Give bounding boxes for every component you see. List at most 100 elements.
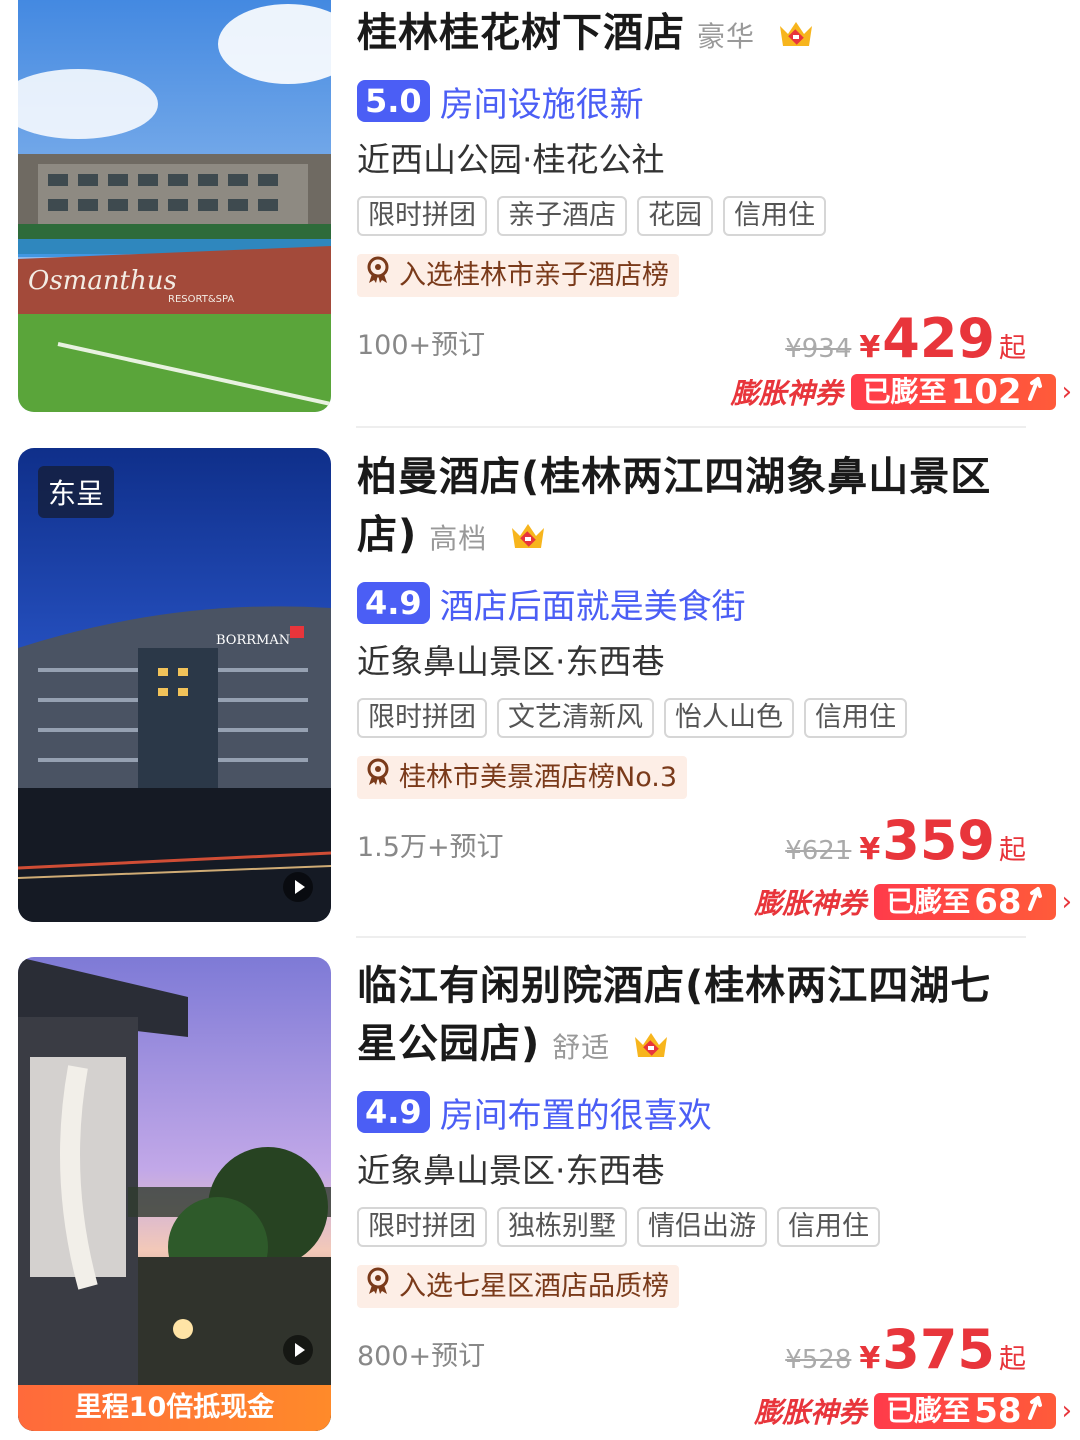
coupon-prefix: 已膨至 (886, 885, 971, 918)
booking-count: 800+预订 (357, 1341, 486, 1372)
coupon-name: 膨胀神券 (730, 377, 843, 410)
ranking-text: 桂林市美景酒店榜No.3 (399, 761, 678, 793)
coupon-prefix: 已膨至 (886, 1394, 971, 1427)
hotel-info: 桂林桂花树下酒店 豪华 5.0 房间设施很新 近西山公园·桂花公社 限时拼团 亲子… (357, 4, 1026, 369)
current-price: 359 (882, 809, 995, 872)
up-arrow-icon (1024, 374, 1044, 410)
feature-tag: 文艺清新风 (497, 698, 654, 738)
coupon-prefix: 已膨至 (862, 375, 947, 408)
svg-text:Osmanthus: Osmanthus (28, 266, 177, 296)
feature-tag: 信用住 (777, 1207, 880, 1247)
chevron-right-icon: › (1061, 1396, 1072, 1426)
medal-icon (365, 758, 391, 797)
currency-symbol: ¥ (859, 330, 881, 365)
coupon-badge: 已膨至 102 (850, 372, 1056, 412)
feature-tag: 限时拼团 (357, 698, 487, 738)
coupon-value: 58 (974, 1391, 1022, 1431)
feature-tag: 怡人山色 (664, 698, 794, 738)
coupon-value: 102 (950, 372, 1022, 412)
hotel-name[interactable]: 柏曼酒店(桂林两江四湖象鼻山景区 店) 高档 (357, 448, 1026, 568)
hotel-grade: 高档 (429, 522, 488, 555)
feature-tag: 独栋别墅 (497, 1207, 627, 1247)
hotel-card[interactable]: BORRMAN 东呈 柏曼酒店(桂林两江四湖象鼻山景区 店) 高档 4.9 酒店后… (0, 440, 1080, 938)
svg-text:RESORT&SPA: RESORT&SPA (168, 294, 234, 305)
feature-tag: 花园 (637, 196, 713, 236)
review-highlight[interactable]: 房间布置的很喜欢 (440, 1088, 712, 1137)
hotel-name[interactable]: 桂林桂花树下酒店 豪华 (357, 4, 1026, 66)
current-price: 375 (882, 1318, 995, 1381)
rating-score: 4.9 (357, 1091, 430, 1133)
ranking-badge[interactable]: 入选七星区酒店品质榜 (357, 1265, 679, 1308)
ranking-badge[interactable]: 入选桂林市亲子酒店榜 (357, 254, 679, 297)
hotel-location: 近象鼻山景区·东西巷 (357, 1151, 665, 1190)
coupon-row[interactable]: 膨胀神券 已膨至 58 › (754, 1391, 1072, 1431)
chevron-right-icon: › (1061, 887, 1072, 917)
rating-row: 4.9 酒店后面就是美食街 (357, 579, 1026, 628)
feature-tag: 亲子酒店 (497, 196, 627, 236)
ranking-text: 入选七星区酒店品质榜 (399, 1270, 669, 1302)
rating-score: 5.0 (357, 80, 430, 122)
rating-score: 4.9 (357, 582, 430, 624)
hotel-card[interactable]: 里程10倍抵现金 临江有闲别院酒店(桂林两江四湖七 星公园店) 舒适 4.9 房间… (0, 945, 1080, 1440)
play-icon[interactable] (283, 1335, 313, 1365)
rating-row: 4.9 房间布置的很喜欢 (357, 1088, 1026, 1137)
hotel-list: Osmanthus RESORT&SPA 桂林桂花树下酒店 豪华 5.0 房间设施… (0, 0, 1080, 1440)
price-box: ¥528 ¥ 375 起 (785, 1320, 1026, 1380)
coupon-row[interactable]: 膨胀神券 已膨至 102 › (731, 372, 1072, 412)
up-arrow-icon (1024, 1393, 1044, 1429)
original-price: ¥528 (785, 1345, 852, 1375)
hotel-photo[interactable]: Osmanthus RESORT&SPA (18, 0, 331, 412)
review-highlight[interactable]: 酒店后面就是美食街 (440, 579, 746, 628)
hotel-grade: 舒适 (552, 1031, 611, 1064)
crown-icon (778, 8, 814, 66)
hotel-photo[interactable]: BORRMAN 东呈 (18, 448, 331, 922)
feature-tag: 信用住 (723, 196, 826, 236)
hotel-photo-image: Osmanthus RESORT&SPA (18, 0, 331, 412)
mileage-banner[interactable]: 里程10倍抵现金 (18, 1385, 331, 1431)
ranking-badge[interactable]: 桂林市美景酒店榜No.3 (357, 756, 688, 799)
price-suffix: 起 (999, 1344, 1026, 1375)
hotel-name[interactable]: 临江有闲别院酒店(桂林两江四湖七 星公园店) 舒适 (357, 957, 1026, 1077)
svg-text:BORRMAN: BORRMAN (216, 633, 290, 648)
chevron-right-icon: › (1061, 377, 1072, 407)
booking-count: 100+预订 (357, 330, 486, 361)
hotel-photo[interactable]: 里程10倍抵现金 (18, 957, 331, 1431)
feature-tags: 限时拼团 文艺清新风 怡人山色 信用住 (357, 698, 1026, 738)
hotel-info: 临江有闲别院酒店(桂林两江四湖七 星公园店) 舒适 4.9 房间布置的很喜欢 近象… (357, 957, 1026, 1380)
coupon-name: 膨胀神券 (754, 887, 867, 920)
medal-icon (365, 256, 391, 295)
price-suffix: 起 (999, 835, 1026, 866)
hotel-photo-image: BORRMAN (18, 448, 331, 922)
currency-symbol: ¥ (859, 1341, 881, 1376)
divider (356, 936, 1026, 938)
feature-tags: 限时拼团 亲子酒店 花园 信用住 (357, 196, 1026, 236)
coupon-row[interactable]: 膨胀神券 已膨至 68 › (754, 882, 1072, 922)
coupon-value: 68 (974, 882, 1022, 922)
hotel-grade: 豪华 (697, 20, 756, 53)
rating-row: 5.0 房间设施很新 (357, 77, 1026, 126)
divider (356, 426, 1026, 428)
hotel-info: 柏曼酒店(桂林两江四湖象鼻山景区 店) 高档 4.9 酒店后面就是美食街 近象鼻山… (357, 448, 1026, 871)
price-box: ¥934 ¥ 429 起 (785, 309, 1026, 369)
hotel-location: 近象鼻山景区·东西巷 (357, 642, 665, 681)
review-highlight[interactable]: 房间设施很新 (440, 77, 644, 126)
price-suffix: 起 (999, 333, 1026, 364)
currency-symbol: ¥ (859, 832, 881, 867)
coupon-name: 膨胀神券 (754, 1396, 867, 1429)
hotel-location: 近西山公园·桂花公社 (357, 140, 665, 179)
original-price: ¥934 (785, 334, 852, 364)
price-row: 1.5万+预订 ¥621 ¥ 359 起 (357, 811, 1026, 871)
crown-icon (633, 1019, 669, 1077)
coupon-badge: 已膨至 68 (874, 882, 1056, 922)
booking-count: 1.5万+预订 (357, 832, 504, 863)
price-row: 800+预订 ¥528 ¥ 375 起 (357, 1320, 1026, 1380)
hotel-card[interactable]: Osmanthus RESORT&SPA 桂林桂花树下酒店 豪华 5.0 房间设施… (0, 0, 1080, 428)
ranking-text: 入选桂林市亲子酒店榜 (399, 259, 669, 291)
coupon-badge: 已膨至 58 (874, 1391, 1056, 1431)
price-box: ¥621 ¥ 359 起 (785, 811, 1026, 871)
feature-tag: 限时拼团 (357, 196, 487, 236)
play-icon[interactable] (283, 872, 313, 902)
hotel-photo-image (18, 957, 331, 1431)
feature-tag: 情侣出游 (637, 1207, 767, 1247)
current-price: 429 (882, 307, 995, 370)
